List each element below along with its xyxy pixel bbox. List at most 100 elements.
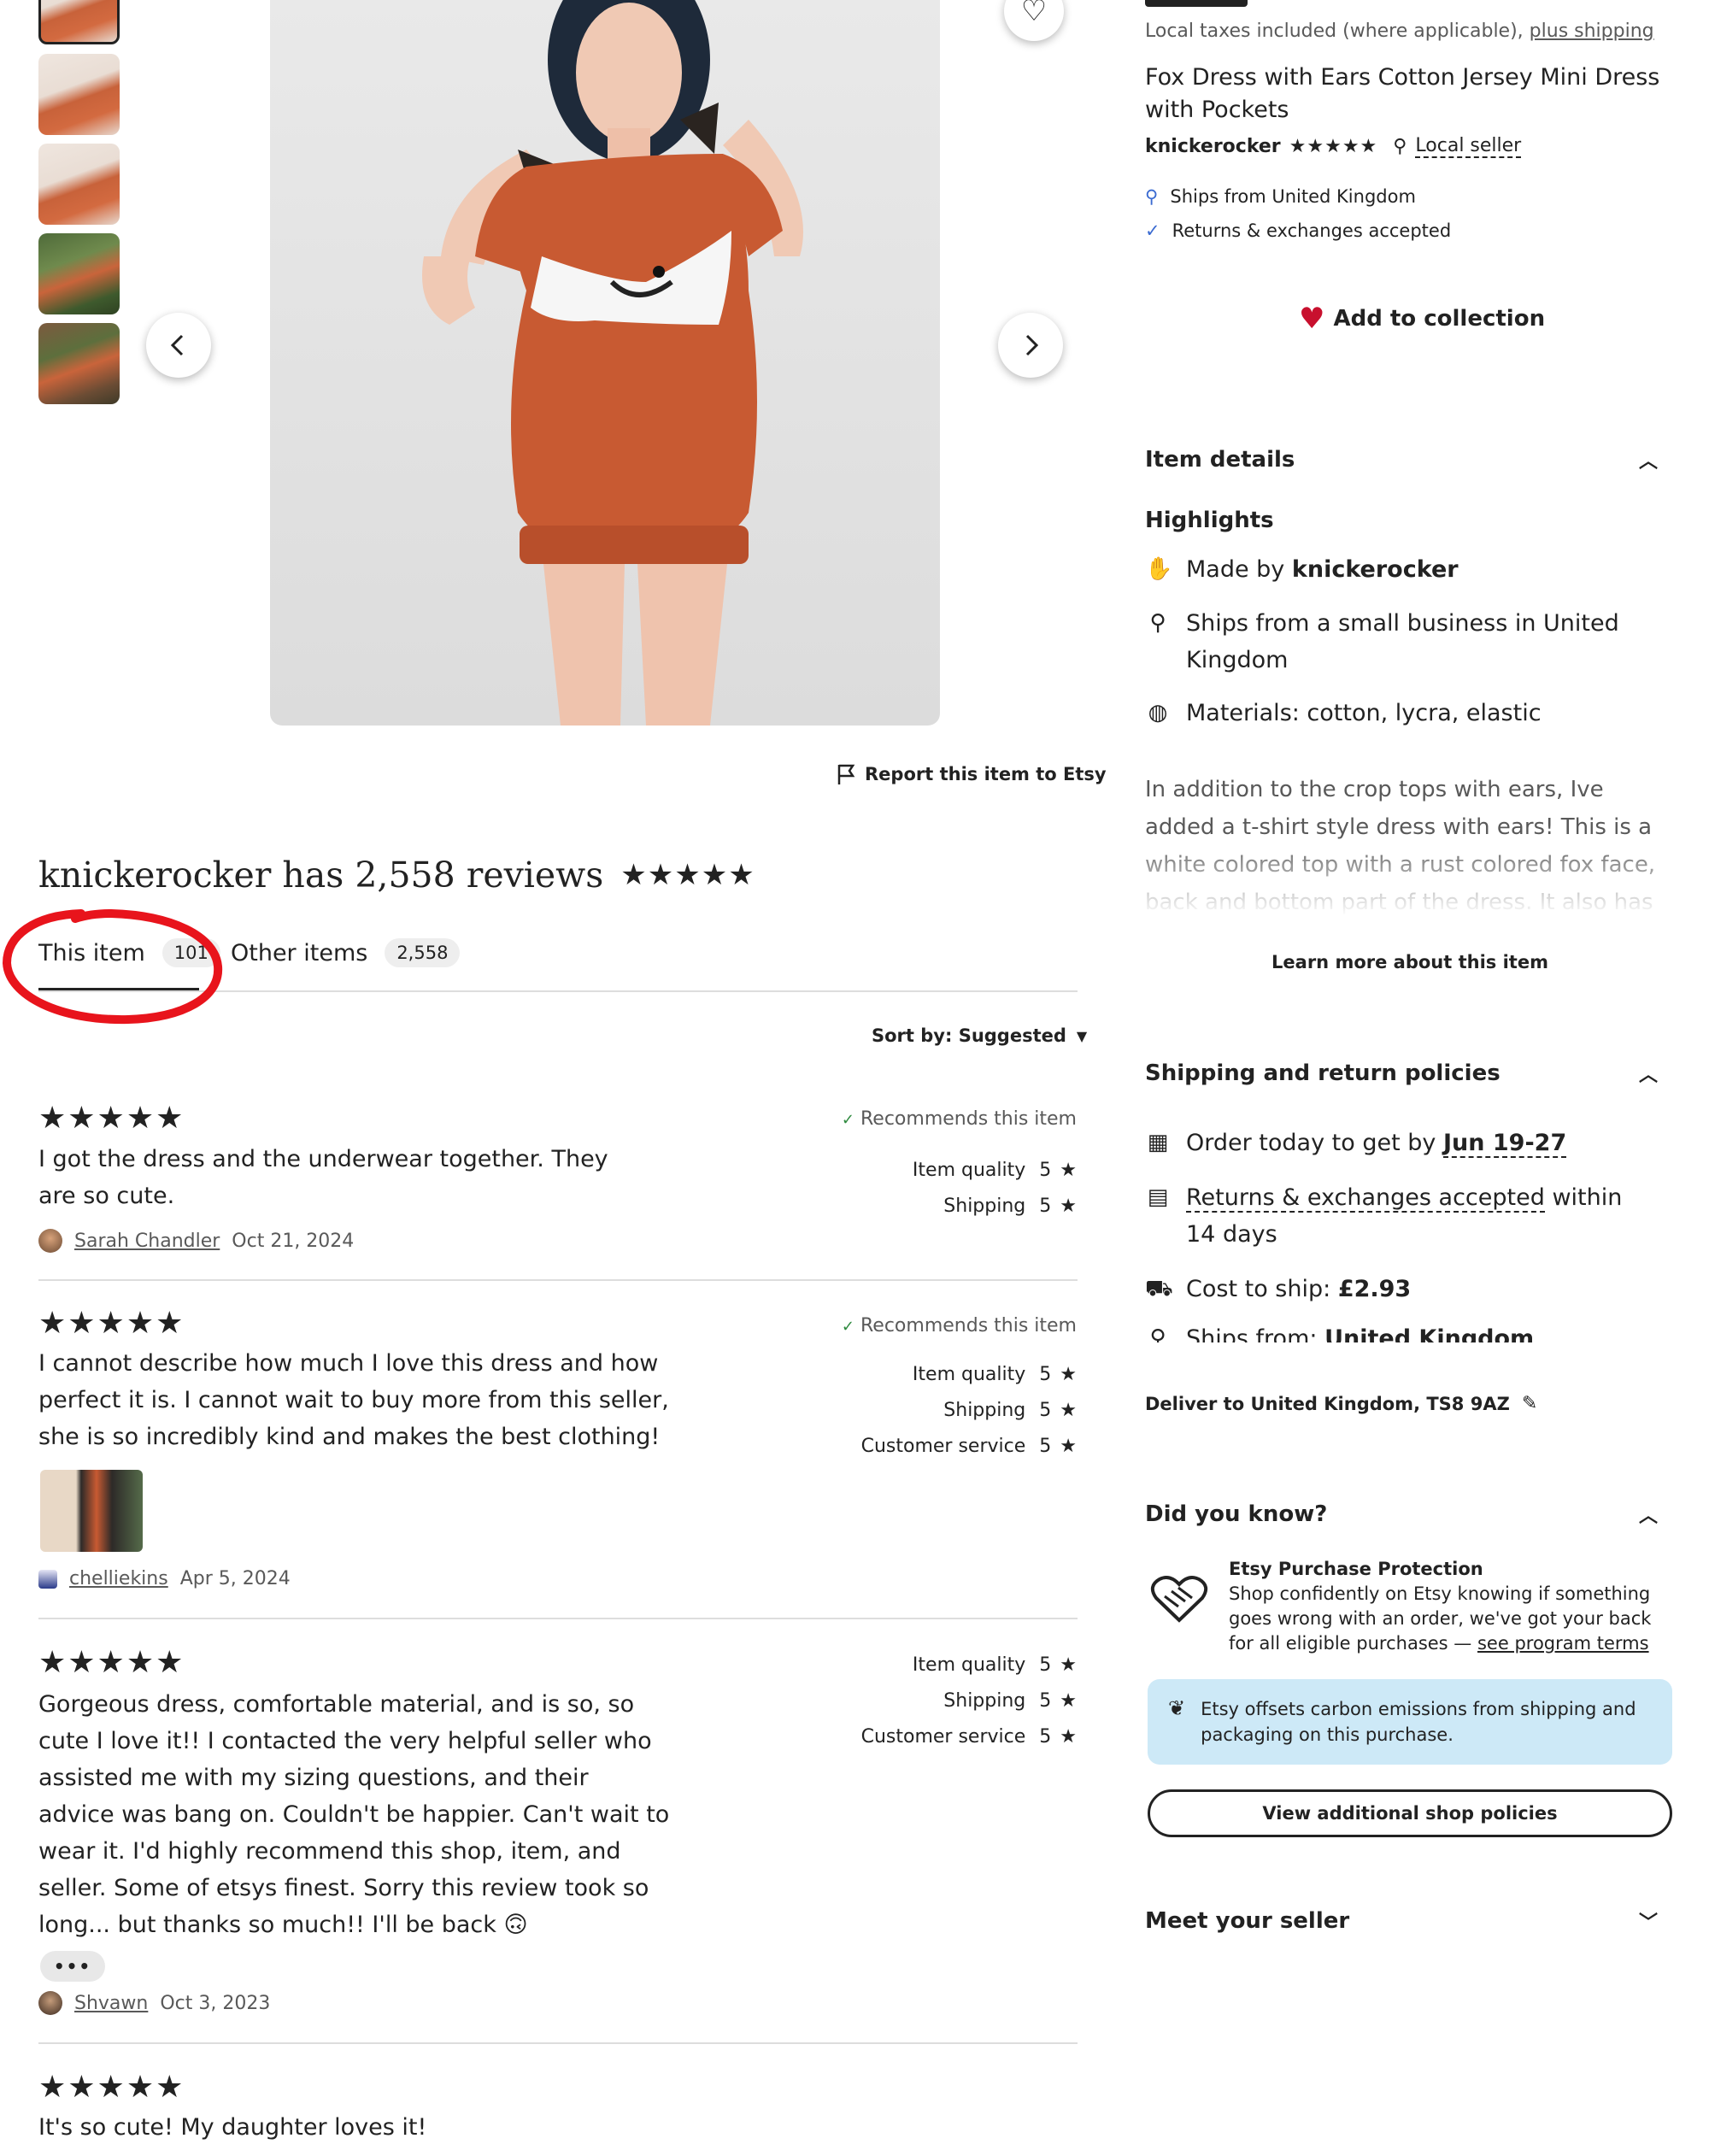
rating-value: 5 [1039,1364,1052,1385]
add-to-collection-button[interactable]: ♥ Add to collection [1299,302,1545,336]
program-terms-link[interactable]: see program terms [1477,1633,1649,1654]
star-icon: ★ [1060,1160,1077,1181]
view-policies-button[interactable]: View additional shop policies [1148,1789,1672,1837]
meet-seller-heading: Meet your seller [1145,1908,1350,1934]
taxes-note: Local taxes included (where applicable),… [1145,21,1675,42]
highlights-heading: Highlights [1145,508,1274,533]
review-stars: ★★★★★ [38,2070,185,2105]
learn-more-button[interactable]: Learn more about this item [1145,952,1675,972]
rating-shipping: Shipping 5 ★ [943,1195,1077,1217]
item-description: In addition to the crop tops with ears, … [1145,771,1675,916]
returns-policy-line: ▤ Returns & exchanges accepted within 14… [1145,1179,1675,1253]
reviewer-name[interactable]: Sarah Chandler [74,1231,220,1252]
ships-from-detail-line: ⚲ Ships from: United Kingdom [1145,1320,1675,1342]
review-text: I cannot describe how much I love this d… [38,1350,669,1450]
star-icon: ★ [1060,1364,1077,1385]
carbon-text: Etsy offsets carbon emissions from shipp… [1201,1699,1636,1745]
shipping-heading: Shipping and return policies [1145,1060,1501,1086]
view-policies-label: View additional shop policies [1262,1803,1558,1824]
review-stars: ★★★★★ [38,1101,185,1136]
location-pin-icon: ⚲ [1145,186,1159,207]
reviewer-name[interactable]: chelliekins [69,1568,168,1589]
rating-label: Item quality [912,1160,1026,1181]
reviews-heading: knickerocker has 2,558 reviews ★★★★★ [38,855,755,896]
order-date[interactable]: Jun 19-27 [1442,1130,1567,1158]
report-item-link[interactable]: Report this item to Etsy [836,763,1107,785]
chevron-up-icon: ︿ [1638,1506,1658,1527]
returns-link[interactable]: Returns & exchanges accepted [1186,1184,1545,1213]
more-dots-icon: ••• [53,1956,92,1977]
previous-image-button[interactable] [146,313,211,378]
meet-seller-header[interactable]: Meet your seller ﹀ [1145,1907,1675,1935]
ships-small-business: Ships from a small business in United Ki… [1186,610,1619,673]
chevron-up-icon: ︿ [1638,1065,1658,1086]
reviewer-name[interactable]: Shvawn [74,1993,148,2014]
shop-stars: ★★★★★ [1289,136,1378,157]
reviews-heading-text: knickerocker has 2,558 reviews [38,855,604,896]
description-text: In addition to the crop tops with ears, … [1145,777,1656,915]
rating-label: Item quality [912,1654,1026,1676]
item-details-header[interactable]: Item details ︿ [1145,446,1675,473]
tab-other-items[interactable]: Other items 2,558 [231,938,461,967]
gallery-thumbnail[interactable] [38,233,120,314]
review-date: Oct 3, 2023 [160,1992,271,2014]
star-icon: ★ [1060,1400,1077,1421]
made-by-shop[interactable]: knickerocker [1292,556,1459,583]
protection-title: Etsy Purchase Protection [1229,1559,1483,1579]
shipping-link[interactable]: plus shipping [1530,21,1654,42]
gallery-thumbnail[interactable] [38,0,120,44]
review-divider [38,2042,1078,2044]
handshake-heart-icon [1149,1572,1209,1624]
pin-icon: ⚲ [1393,136,1407,157]
location-pin-icon: ⚲ [1149,1325,1166,1342]
shop-name[interactable]: knickerocker [1145,136,1281,157]
did-you-know-header[interactable]: Did you know? ︿ [1145,1501,1675,1528]
rating-label: Shipping [943,1195,1026,1217]
returns-line: ✓ Returns & exchanges accepted [1145,220,1675,241]
deliver-to[interactable]: Deliver to United Kingdom, TS8 9AZ ✎ [1145,1393,1675,1414]
next-image-button[interactable] [998,313,1063,378]
rating-label: Item quality [912,1364,1026,1385]
rating-label: Customer service [860,1436,1026,1457]
sort-label: Sort by: Suggested [872,1025,1066,1046]
reviewer-avatar [38,1229,62,1253]
rating-label: Shipping [943,1690,1026,1712]
materials-text: Materials: cotton, lycra, elastic [1186,700,1542,726]
review-divider [38,1279,1078,1281]
sort-dropdown[interactable]: Sort by: Suggested ▼ [872,1025,1087,1046]
made-by-prefix: Made by [1186,556,1285,583]
gallery-thumbnail[interactable] [38,144,120,225]
star-icon: ★ [1060,1195,1077,1217]
report-label: Report this item to Etsy [865,764,1107,784]
did-you-know-heading: Did you know? [1145,1501,1328,1527]
model-in-fox-dress-illustration [422,0,803,726]
reviewer-avatar [38,1569,57,1589]
gallery-thumbnail[interactable] [38,323,120,404]
ships-from-line: ⚲ Ships from United Kingdom [1145,186,1675,207]
review-photo[interactable] [40,1470,143,1552]
product-main-image [270,0,940,726]
ships-from-value: United Kingdom [1324,1325,1535,1342]
taxes-text: Local taxes included (where applicable), [1145,21,1524,42]
review-meta: Sarah Chandler Oct 21, 2024 [38,1229,354,1253]
expand-review-button[interactable]: ••• [40,1951,105,1982]
pencil-icon: ✎ [1521,1393,1538,1414]
deliver-to-text: Deliver to United Kingdom, TS8 9AZ [1145,1393,1510,1414]
rating-value: 5 [1039,1726,1052,1748]
reviews-heading-stars: ★★★★★ [620,858,755,892]
local-seller-badge[interactable]: Local seller [1415,135,1522,158]
rating-shipping: Shipping 5 ★ [943,1400,1077,1421]
truck-icon: ⛟ [1145,1276,1173,1301]
recommends-label: Recommends this item [860,1108,1077,1130]
review-stars: ★★★★★ [38,1645,185,1680]
heart-outline-icon: ♡ [1020,0,1048,28]
purchase-protection: Etsy Purchase Protection Shop confidentl… [1229,1557,1665,1656]
shipping-header[interactable]: Shipping and return policies ︿ [1145,1060,1675,1087]
review-text: I got the dress and the underwear togeth… [38,1146,608,1209]
favorite-button[interactable]: ♡ [1004,0,1064,41]
rating-value: 5 [1039,1195,1052,1217]
star-icon: ★ [1060,1690,1077,1712]
review-meta: Shvawn Oct 3, 2023 [38,1991,270,2015]
rating-label: Shipping [943,1400,1026,1421]
gallery-thumbnail[interactable] [38,54,120,135]
